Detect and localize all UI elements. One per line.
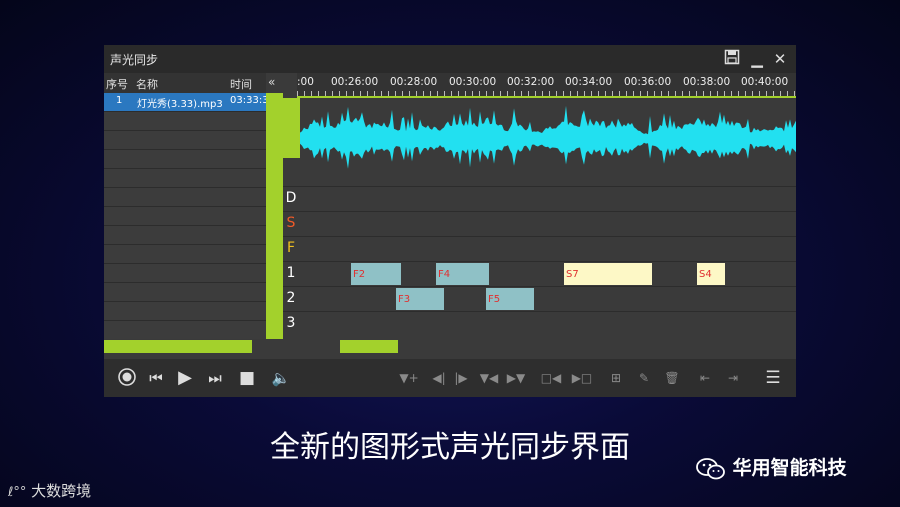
lane-1[interactable]: 1 F2 F4 S7 S4 bbox=[283, 261, 796, 287]
lane-label: 2 bbox=[286, 290, 296, 306]
previous-icon[interactable]: ⏮ bbox=[146, 367, 166, 389]
item-time: 03:33:3 bbox=[230, 95, 269, 106]
block-left-icon[interactable]: □◀ bbox=[539, 367, 563, 389]
stop-icon[interactable]: ■ bbox=[237, 367, 257, 389]
audio-waveform bbox=[300, 105, 796, 169]
minimize-icon[interactable]: ▁ bbox=[747, 49, 767, 69]
timeline-scroll-thumb[interactable] bbox=[340, 340, 398, 353]
next-icon[interactable]: ⏭ bbox=[205, 367, 225, 389]
volume-icon[interactable]: 🔈 bbox=[269, 367, 293, 389]
wechat-account: 华用智能科技 bbox=[696, 453, 847, 481]
track-area[interactable]: D S F 1 F2 F4 S7 S4 2 F3 F5 3 bbox=[283, 98, 796, 339]
save-icon[interactable] bbox=[722, 49, 742, 69]
time-label: :00 bbox=[297, 76, 314, 88]
edit-icon[interactable]: ✎ bbox=[634, 367, 654, 389]
brand-logo-icon: ℓ°° bbox=[8, 485, 27, 500]
import-icon[interactable]: ⇤ bbox=[694, 367, 716, 389]
lane-d[interactable]: D bbox=[283, 186, 796, 212]
list-item[interactable] bbox=[104, 264, 266, 283]
time-label: 00:34:00 bbox=[565, 76, 613, 88]
close-icon[interactable]: ✕ bbox=[770, 49, 790, 69]
header-index: 序号 bbox=[106, 78, 128, 91]
list-header: 序号 名称 时间 bbox=[104, 73, 266, 93]
time-label: 00:32:00 bbox=[507, 76, 555, 88]
lane-2[interactable]: 2 F3 F5 bbox=[283, 286, 796, 312]
playback-toolbar: ⏮ ▶ ⏭ ■ 🔈 ▼+ ◀| |▶ ▼◀ ▶▼ □◀ ▶□ ⊞ ✎ 🗑 ⇤ ⇥… bbox=[104, 359, 796, 397]
item-name: 灯光秀(3.33).mp3 bbox=[137, 99, 223, 110]
list-item[interactable] bbox=[104, 207, 266, 226]
lane-label: F bbox=[286, 240, 296, 256]
lane-label: 1 bbox=[286, 265, 296, 281]
time-label: 00:38:00 bbox=[683, 76, 731, 88]
list-scroll-thumb[interactable] bbox=[104, 340, 252, 353]
lane-label: 3 bbox=[286, 315, 296, 331]
window-title: 声光同步 bbox=[110, 53, 159, 67]
wechat-account-name: 华用智能科技 bbox=[732, 457, 847, 479]
time-label: 00:28:00 bbox=[390, 76, 438, 88]
marker-left-icon[interactable]: ▼◀ bbox=[479, 367, 499, 389]
record-icon[interactable] bbox=[116, 367, 138, 389]
list-item[interactable] bbox=[104, 112, 266, 131]
wechat-icon bbox=[696, 457, 726, 481]
shift-right-icon[interactable]: |▶ bbox=[451, 367, 471, 389]
add-marker-icon[interactable]: ▼+ bbox=[397, 367, 421, 389]
lane-label: S bbox=[286, 215, 296, 231]
time-label: 00:26:00 bbox=[331, 76, 379, 88]
vertical-splitter[interactable] bbox=[266, 93, 283, 339]
shift-left-icon[interactable]: ◀| bbox=[429, 367, 449, 389]
audio-track-handle[interactable] bbox=[283, 98, 300, 158]
list-item[interactable] bbox=[104, 321, 266, 340]
item-index: 1 bbox=[116, 95, 123, 106]
header-time: 时间 bbox=[230, 78, 252, 91]
block-right-icon[interactable]: ▶□ bbox=[570, 367, 594, 389]
scene-block[interactable]: S4 bbox=[697, 263, 725, 285]
list-item[interactable] bbox=[104, 226, 266, 245]
list-item[interactable]: 1 灯光秀(3.33).mp3 03:33:3 bbox=[104, 93, 269, 112]
brand-name: 大数跨境 bbox=[31, 482, 92, 500]
list-item[interactable] bbox=[104, 188, 266, 207]
lane-f[interactable]: F bbox=[283, 236, 796, 262]
lane-s[interactable]: S bbox=[283, 211, 796, 237]
file-list: 1 灯光秀(3.33).mp3 03:33:3 bbox=[104, 93, 269, 343]
effect-block[interactable]: F2 bbox=[351, 263, 401, 285]
lane-label: D bbox=[285, 190, 297, 206]
new-block-icon[interactable]: ⊞ bbox=[606, 367, 626, 389]
export-icon[interactable]: ⇥ bbox=[722, 367, 744, 389]
list-item[interactable] bbox=[104, 283, 266, 302]
delete-icon[interactable]: 🗑 bbox=[662, 367, 682, 389]
brand-watermark: ℓ°° 大数跨境 bbox=[8, 480, 91, 501]
list-item[interactable] bbox=[104, 245, 266, 264]
effect-block[interactable]: F4 bbox=[436, 263, 489, 285]
time-label: 00:40:00 bbox=[741, 76, 789, 88]
lane-3[interactable]: 3 bbox=[283, 311, 796, 337]
list-item[interactable] bbox=[104, 150, 266, 169]
effect-block[interactable]: F3 bbox=[396, 288, 444, 310]
title-bar: 声光同步 ▁ ✕ bbox=[104, 45, 796, 73]
sound-light-sync-window: 声光同步 ▁ ✕ 序号 名称 时间 « 1 灯光秀(3.33).mp3 03:3… bbox=[104, 45, 796, 397]
time-label: 00:30:00 bbox=[449, 76, 497, 88]
list-item[interactable] bbox=[104, 302, 266, 321]
play-icon[interactable]: ▶ bbox=[174, 367, 196, 389]
scene-block[interactable]: S7 bbox=[564, 263, 652, 285]
collapse-icon[interactable]: « bbox=[268, 75, 275, 89]
time-label: 00:36:00 bbox=[624, 76, 672, 88]
effect-block[interactable]: F5 bbox=[486, 288, 534, 310]
marker-right-icon[interactable]: ▶▼ bbox=[505, 367, 527, 389]
timeline-ruler[interactable]: :00 00:26:00 00:28:00 00:30:00 00:32:00 … bbox=[297, 73, 796, 98]
header-name: 名称 bbox=[136, 78, 158, 91]
list-item[interactable] bbox=[104, 169, 266, 188]
menu-icon[interactable]: ☰ bbox=[762, 367, 784, 389]
list-item[interactable] bbox=[104, 131, 266, 150]
horizontal-scrollbar[interactable] bbox=[104, 339, 796, 353]
